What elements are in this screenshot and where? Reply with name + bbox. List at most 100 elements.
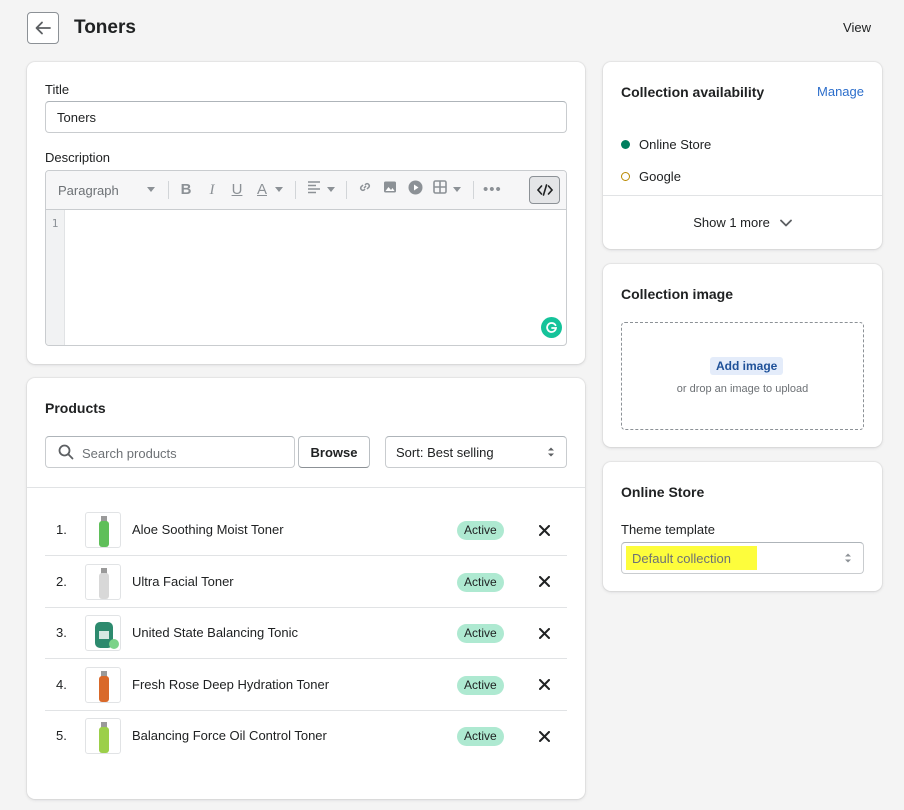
product-index: 2. [56,573,67,589]
product-row[interactable]: 1. Aloe Soothing Moist Toner Active [45,505,567,556]
image-icon[interactable] [381,180,399,200]
bold-icon[interactable]: B [177,180,195,200]
image-dropzone[interactable]: Add image or drop an image to upload [621,322,864,430]
arrow-left-icon [35,21,51,35]
chevron-down-icon [275,187,283,192]
online-store-card: Online Store Theme template Default coll… [603,462,882,591]
chevron-down-icon [327,187,335,192]
product-name[interactable]: Ultra Facial Toner [132,574,234,589]
more-options-icon[interactable]: ••• [483,180,501,200]
online-store-heading: Online Store [621,484,705,500]
product-index: 5. [56,728,67,743]
title-label: Title [45,82,70,97]
channel-name: Google [639,169,681,184]
remove-product-button[interactable] [535,676,553,694]
product-index: 3. [56,625,67,640]
italic-icon[interactable]: I [203,180,221,200]
manage-link[interactable]: Manage [817,84,864,99]
chevron-down-icon [779,219,792,226]
link-icon[interactable] [356,180,374,200]
sort-select-value: Sort: Best selling [396,444,494,460]
status-badge: Active [457,675,504,695]
close-icon [538,730,550,742]
page-title: Toners [74,17,136,38]
status-dot-icon [621,172,630,181]
product-index: 4. [56,676,67,692]
product-row[interactable]: 5. Balancing Force Oil Control Toner Activ… [45,711,567,762]
title-input[interactable]: Toners [45,101,567,133]
product-name[interactable]: Aloe Soothing Moist Toner [132,522,284,537]
description-label: Description [45,150,111,165]
show-more-label: Show 1 more [693,215,770,230]
back-button[interactable] [27,12,59,44]
products-card: Products Search products Browse Sort: Be… [27,378,585,799]
status-badge: Active [457,727,504,746]
remove-product-button[interactable] [535,573,553,591]
product-thumbnail [85,718,121,754]
remove-product-button[interactable] [535,521,553,539]
video-icon[interactable] [406,180,424,201]
product-row[interactable]: 4. Fresh Rose Deep Hydration Toner Active [45,660,567,711]
sort-select[interactable]: Sort: Best selling [385,436,567,468]
grammarly-icon[interactable] [541,317,562,338]
search-products-input[interactable]: Search products [45,436,295,468]
page-header: Toners View [0,0,904,56]
channel-online-store: Online Store [621,137,711,152]
status-badge: Active [457,624,504,643]
browse-button[interactable]: Browse [298,436,370,468]
product-index: 1. [56,522,67,537]
search-placeholder: Search products [82,446,177,461]
chevron-down-icon [453,187,461,192]
status-badge: Active [457,572,504,592]
align-left-icon[interactable] [305,180,323,200]
product-row[interactable]: 2. Ultra Facial Toner Active [45,557,567,608]
availability-card: Collection availability Manage Online St… [603,62,882,249]
line-number: 1 [51,217,59,230]
toolbar-divider [168,181,169,199]
product-thumbnail [85,563,121,600]
theme-template-select[interactable]: Default collection [621,542,864,574]
editor-toolbar: Paragraph B I U A ••• [46,171,566,210]
toolbar-divider [473,181,474,199]
product-thumbnail [85,512,121,548]
chevron-down-icon [147,187,155,192]
toolbar-divider [295,181,296,199]
table-icon[interactable] [431,180,449,200]
search-icon [58,444,74,460]
collection-image-card: Collection image Add image or drop an im… [603,264,882,447]
browse-button-label: Browse [310,444,358,460]
description-editor: Paragraph B I U A ••• 1 [45,170,567,346]
select-arrows-icon [845,553,851,563]
line-number-gutter: 1 [46,210,65,345]
product-name[interactable]: United State Balancing Tonic [132,625,298,640]
code-icon [536,184,553,196]
add-image-button[interactable]: Add image [710,357,784,375]
collection-image-heading: Collection image [621,286,734,302]
status-dot-icon [621,140,630,149]
close-icon [538,679,550,690]
underline-icon[interactable]: U [228,180,246,200]
title-card: Title Toners Description Paragraph B I U… [27,62,585,364]
product-thumbnail [85,666,121,703]
select-arrows-icon [548,447,554,457]
products-divider [27,487,585,488]
theme-template-label: Theme template [621,522,715,537]
close-icon [538,524,550,536]
channel-name: Online Store [639,137,712,152]
channel-google: Google [621,169,681,184]
product-name[interactable]: Fresh Rose Deep Hydration Toner [132,677,329,692]
product-row[interactable]: 3. United State Balancing Tonic Active [45,608,567,659]
availability-heading: Collection availability [621,84,765,100]
show-more-button[interactable]: Show 1 more [603,195,882,249]
remove-product-button[interactable] [535,727,553,745]
status-badge: Active [457,521,504,540]
products-heading: Products [45,400,106,416]
text-color-icon[interactable]: A [253,180,271,200]
view-link[interactable]: View [843,20,871,35]
product-name[interactable]: Balancing Force Oil Control Toner [132,728,327,743]
close-icon [538,576,550,587]
code-view-button[interactable] [529,176,560,204]
paragraph-format-select[interactable]: Paragraph [58,183,119,198]
remove-product-button[interactable] [535,624,553,642]
product-thumbnail [85,615,121,651]
